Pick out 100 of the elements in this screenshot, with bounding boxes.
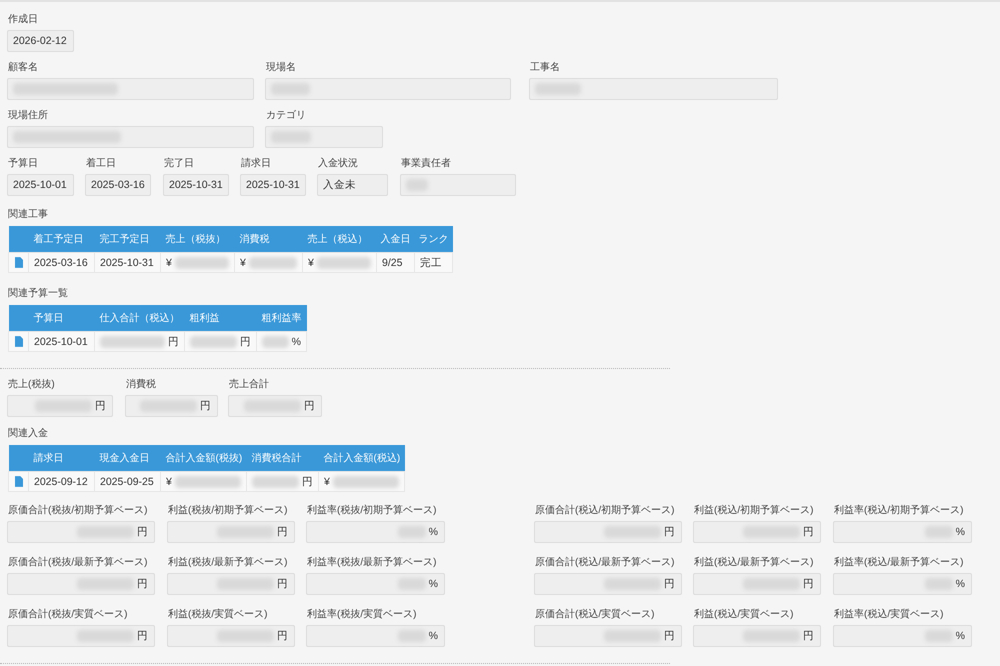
field-label: 現場名 <box>265 61 296 75</box>
document-icon[interactable] <box>14 476 22 488</box>
unit-label: 円 <box>664 577 675 591</box>
unit-label: % <box>292 336 301 348</box>
blurred-text <box>252 476 299 488</box>
table-cell: 9/25 <box>376 252 414 272</box>
value-field: 2025-10-31 <box>163 174 229 196</box>
column-header: 現金入金日 <box>94 445 160 472</box>
field-label: 顧客名 <box>7 60 38 75</box>
column-header: 合計入金額(税抜) <box>160 445 246 472</box>
blurred-text <box>190 336 237 348</box>
unit-label: 円 <box>304 399 315 413</box>
document-icon[interactable] <box>14 336 22 348</box>
column-header: 着工予定日 <box>28 226 94 252</box>
column-header: 請求日 <box>28 445 94 472</box>
unit-label: 円 <box>95 399 106 413</box>
column-header: 仕入合計（税込） <box>94 305 184 332</box>
field-label: 利益率(税込/最新予算ベース) <box>833 556 964 570</box>
value-field: 2025-10-31 <box>240 174 306 196</box>
unit-label: 円 <box>277 577 288 591</box>
unit-label: 円 <box>240 334 251 348</box>
blurred-text <box>262 336 289 348</box>
field-label: 原価合計(税込/初期予算ベース) <box>534 504 674 518</box>
table-cell: 2025-09-25 <box>94 472 160 492</box>
unit-label: 円 <box>277 525 288 539</box>
currency-sign: ¥ <box>166 476 172 488</box>
field-label: 完了日 <box>163 156 194 171</box>
unit-label: 円 <box>664 525 675 539</box>
field-label: 事業責任者 <box>400 156 451 171</box>
unit-label: 円 <box>137 525 148 539</box>
field-label: 原価合計(税込/最新予算ベース) <box>534 556 674 570</box>
column-header <box>8 226 28 252</box>
table-cell: 完工 <box>414 252 452 272</box>
field-label: 利益率(税抜/初期予算ベース) <box>306 504 436 518</box>
column-header <box>8 445 28 472</box>
unit-label: % <box>956 630 965 642</box>
field-label: 消費税 <box>125 378 156 392</box>
field-label: 利益(税込/実質ベース) <box>693 608 794 622</box>
unit-label: % <box>428 526 438 538</box>
field-label: 原価合計(税抜/初期予算ベース) <box>7 504 148 518</box>
column-header: 合計入金額(税込) <box>318 445 404 472</box>
unit-label: 円 <box>803 577 814 591</box>
field-label: 売上合計 <box>228 378 269 392</box>
unit-label: 円 <box>137 577 148 591</box>
unit-label: % <box>956 578 965 590</box>
field-label: 売上(税抜) <box>7 378 55 392</box>
table-cell: 2025-09-12 <box>28 472 94 492</box>
field-label: 予算日 <box>7 157 38 171</box>
field-label: カテゴリ <box>265 109 306 123</box>
field-label: 原価合計(税込/実質ベース) <box>534 608 654 622</box>
blurred-text <box>248 256 297 268</box>
column-header: 完工予定日 <box>94 226 160 252</box>
section-title: 関連予算一覧 <box>7 286 68 301</box>
unit-label: % <box>428 578 438 590</box>
table-cell: 2025-10-01 <box>28 332 94 352</box>
section-title: 関連工事 <box>7 208 48 222</box>
field-label: 入金状況 <box>317 156 358 171</box>
currency-sign: ¥ <box>166 256 172 268</box>
section-title: 関連入金 <box>7 426 48 441</box>
field-label: 利益率(税込/実質ベース) <box>833 608 944 622</box>
field-label: 利益(税抜/初期予算ベース) <box>167 504 288 518</box>
value-field: 2025-03-16 <box>85 174 151 196</box>
unit-label: 円 <box>168 334 179 348</box>
column-header: 売上（税込） <box>302 226 376 252</box>
unit-label: 円 <box>664 629 675 643</box>
field-label: 利益(税込/初期予算ベース) <box>693 504 814 518</box>
unit-label: 円 <box>803 525 814 539</box>
column-header <box>8 305 28 332</box>
blurred-text <box>316 256 371 268</box>
field-label: 利益(税込/最新予算ベース) <box>693 556 814 570</box>
blurred-text <box>100 336 165 348</box>
value-field: 入金未 <box>317 174 388 196</box>
field-label: 利益率(税抜/最新予算ベース) <box>306 556 436 570</box>
field-label: 原価合計(税抜/実質ベース) <box>7 608 128 622</box>
field-label: 利益(税抜/実質ベース) <box>167 608 268 622</box>
blurred-text <box>332 476 399 488</box>
currency-sign: ¥ <box>240 256 246 268</box>
value-field: 2026-02-12 <box>7 30 74 52</box>
unit-label: 円 <box>137 629 148 643</box>
blurred-text <box>174 476 241 488</box>
table-cell: 2025-03-16 <box>28 252 94 272</box>
field-label: 原価合計(税抜/最新予算ベース) <box>7 556 148 570</box>
unit-label: 円 <box>803 629 814 643</box>
unit-label: 円 <box>200 399 211 413</box>
unit-label: 円 <box>302 474 313 488</box>
column-header: 入金日 <box>376 226 414 252</box>
field-label: 請求日 <box>240 156 271 171</box>
document-icon[interactable] <box>14 257 22 268</box>
value-field: 2025-10-01 <box>7 174 74 196</box>
column-header: 消費税合計 <box>246 445 318 472</box>
field-label: 利益率(税抜/実質ベース) <box>306 608 416 622</box>
column-header: 粗利益率 <box>256 305 306 332</box>
column-header: 粗利益 <box>184 305 256 332</box>
currency-sign: ¥ <box>308 256 314 268</box>
column-header: 予算日 <box>28 305 94 332</box>
field-label: 工事名 <box>529 60 560 75</box>
unit-label: 円 <box>277 629 288 643</box>
field-label: 利益率(税込/初期予算ベース) <box>833 504 964 518</box>
field-label: 作成日 <box>7 12 38 27</box>
table-cell: 2025-10-31 <box>94 252 160 272</box>
